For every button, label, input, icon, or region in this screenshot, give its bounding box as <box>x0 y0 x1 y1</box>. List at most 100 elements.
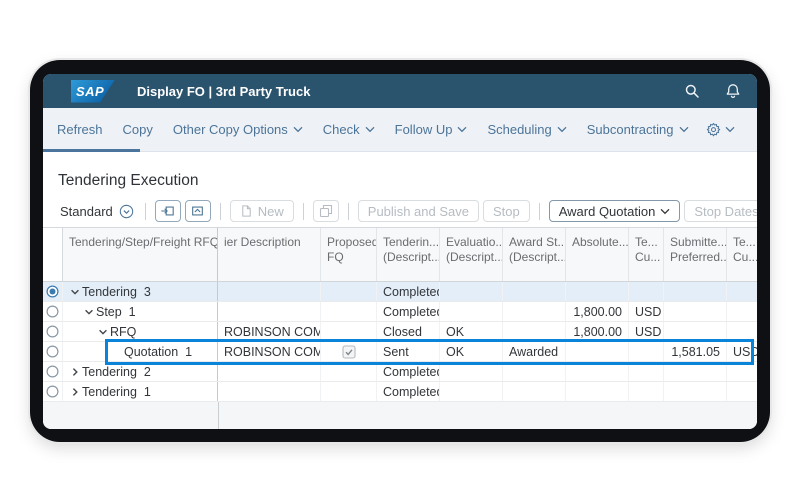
variant-label: Standard <box>60 204 113 219</box>
menu-item-other-copy-options[interactable]: Other Copy Options <box>163 122 313 137</box>
table-row-quotation-1[interactable]: Quotation 1ROBINSON COM...SentOKAwarded1… <box>43 342 757 362</box>
menu-item-label: Other Copy Options <box>173 122 288 137</box>
expand-node-icon[interactable] <box>67 384 82 399</box>
carrier-cell <box>218 302 321 321</box>
evaluation-status-cell <box>440 282 503 301</box>
menu-item-follow-up[interactable]: Follow Up <box>385 122 478 137</box>
proposed-fq-cell <box>321 382 377 401</box>
column-divider <box>218 402 219 429</box>
column-label: Award St... <box>509 235 559 250</box>
expander-spacer <box>109 344 124 359</box>
row-radio-button[interactable] <box>43 382 63 401</box>
menu-item-label: Subcontracting <box>587 122 674 137</box>
tendering-table: Tendering/Step/Freight RFQ/... ier Descri… <box>43 227 757 429</box>
tree-cell: Tendering 3 <box>63 282 218 301</box>
column-header-evaluation-status[interactable]: Evaluatio...(Descript... <box>440 228 503 281</box>
submitted-cell <box>664 382 727 401</box>
column-label: Tendering/Step/Freight RFQ/... <box>69 235 211 250</box>
chevron-down-icon <box>660 208 670 215</box>
column-label: Proposed <box>327 235 370 250</box>
menu-item-label: Copy <box>123 122 153 137</box>
column-header-currency2[interactable]: Te...Cu... <box>727 228 757 281</box>
column-header-currency1[interactable]: Te...Cu... <box>629 228 664 281</box>
column-label: Evaluatio... <box>446 235 496 250</box>
view-variant-selector[interactable]: Standard <box>56 204 138 219</box>
award-status-cell <box>503 382 566 401</box>
settings-gear-button[interactable] <box>706 122 743 137</box>
button-label: Stop <box>493 204 520 219</box>
column-label: (Descript... <box>446 250 496 265</box>
menu-item-check[interactable]: Check <box>313 122 385 137</box>
row-radio-button[interactable] <box>43 302 63 321</box>
menu-item-copy[interactable]: Copy <box>113 122 163 137</box>
table-row-tendering-3[interactable]: Tendering 3Completed <box>43 282 757 302</box>
bell-icon[interactable] <box>724 83 741 100</box>
expand-all-button[interactable] <box>155 200 181 222</box>
tablet-frame: SAP Display FO | 3rd Party Truck Refresh… <box>30 60 770 442</box>
expand-node-icon[interactable] <box>67 364 82 379</box>
proposed-fq-cell <box>321 362 377 381</box>
row-radio-button[interactable] <box>43 362 63 381</box>
absolute-cell <box>566 282 629 301</box>
collapse-node-icon[interactable] <box>95 324 110 339</box>
column-header-award-status[interactable]: Award St...(Descript... <box>503 228 566 281</box>
award-quotation-button[interactable]: Award Quotation <box>549 200 681 222</box>
currency2-cell <box>727 302 757 321</box>
table-row-rfq[interactable]: RFQROBINSON COM...ClosedOK1,800.00USD <box>43 322 757 342</box>
app-title: Display FO | 3rd Party Truck <box>137 84 310 99</box>
currency1-cell <box>629 362 664 381</box>
collapse-all-button[interactable] <box>185 200 211 222</box>
menu-item-label: Follow Up <box>395 122 453 137</box>
evaluation-status-cell <box>440 302 503 321</box>
column-header-submitted[interactable]: Submitte...Preferred... <box>664 228 727 281</box>
column-label: Cu... <box>635 250 657 265</box>
shell-header: SAP Display FO | 3rd Party Truck <box>43 74 757 108</box>
award-status-cell <box>503 362 566 381</box>
row-radio-button[interactable] <box>43 282 63 301</box>
sap-logo: SAP <box>71 80 115 103</box>
table-empty-area <box>43 402 757 429</box>
chevron-down-icon <box>365 126 375 133</box>
column-header-absolute[interactable]: Absolute... <box>566 228 629 281</box>
tree-cell: Quotation 1 <box>63 342 218 361</box>
table-row-tendering-1[interactable]: Tendering 1Completed <box>43 382 757 402</box>
currency2-cell <box>727 362 757 381</box>
menu-item-subcontracting[interactable]: Subcontracting <box>577 122 699 137</box>
carrier-cell <box>218 382 321 401</box>
column-label: (Descript... <box>383 250 433 265</box>
selection-column-header <box>43 228 63 281</box>
collapse-node-icon[interactable] <box>67 284 82 299</box>
node-label: Step 1 <box>96 305 136 319</box>
submitted-cell <box>664 362 727 381</box>
variant-chevron-icon <box>119 204 134 219</box>
column-label: Cu... <box>733 250 751 265</box>
toolbar-separator <box>220 203 221 220</box>
column-label: (Descript... <box>509 250 559 265</box>
collapse-node-icon[interactable] <box>81 304 96 319</box>
award-status-cell <box>503 302 566 321</box>
menu-item-scheduling[interactable]: Scheduling <box>477 122 576 137</box>
table-rows: Tendering 3CompletedStep 1Completed1,800… <box>43 282 757 402</box>
column-header-proposed-fq[interactable]: ProposedFQ <box>321 228 377 281</box>
table-row-step-1[interactable]: Step 1Completed1,800.00USD <box>43 302 757 322</box>
row-radio-button[interactable] <box>43 342 63 361</box>
checkbox-checked-icon <box>342 345 356 359</box>
search-icon[interactable] <box>683 83 700 100</box>
column-header-carrier[interactable]: ier Description <box>218 228 321 281</box>
absolute-cell <box>566 362 629 381</box>
column-label: Te... <box>635 235 657 250</box>
menu-item-refresh[interactable]: Refresh <box>57 122 113 137</box>
tree-cell: Tendering 2 <box>63 362 218 381</box>
table-header-row: Tendering/Step/Freight RFQ/... ier Descri… <box>43 227 757 282</box>
toolbar-separator <box>145 203 146 220</box>
stop-button: Stop <box>483 200 530 222</box>
currency1-cell: USD <box>629 302 664 321</box>
chevron-down-icon <box>557 126 567 133</box>
table-row-tendering-2[interactable]: Tendering 2Completed <box>43 362 757 382</box>
copy-button <box>313 200 339 222</box>
publish-and-save-button: Publish and Save <box>358 200 479 222</box>
row-radio-button[interactable] <box>43 322 63 341</box>
column-header-tendering-status[interactable]: Tenderin...(Descript... <box>377 228 440 281</box>
column-header-tree[interactable]: Tendering/Step/Freight RFQ/... <box>63 228 218 281</box>
toolbar-separator <box>539 203 540 220</box>
